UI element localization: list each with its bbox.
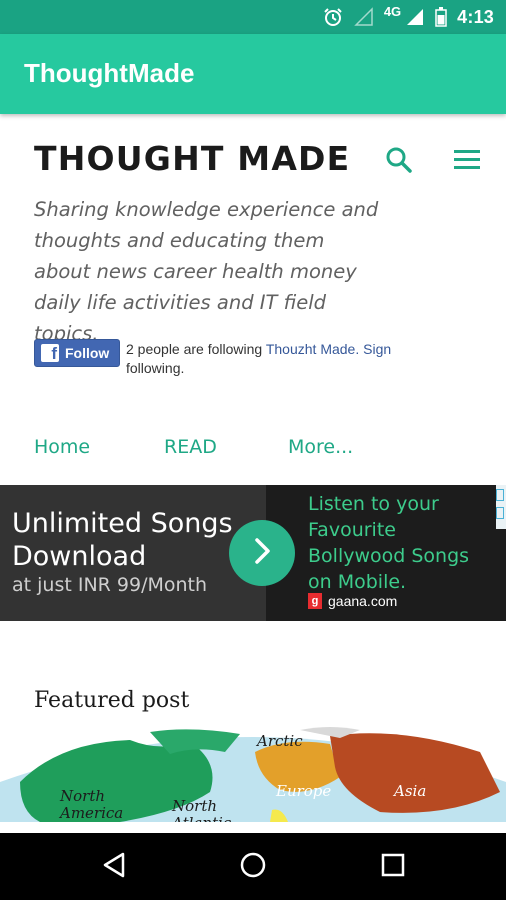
featured-post-image[interactable]: Arctic Europe Asia North America North A… <box>0 722 506 822</box>
page-link[interactable]: Thouzht Made. <box>266 341 359 357</box>
app-title: ThoughtMade <box>24 58 195 88</box>
ad-headline: Unlimited Songs Download <box>12 508 233 572</box>
ad-price: at just INR 99/Month <box>12 574 208 596</box>
ad-source: g gaana.com <box>308 593 397 609</box>
ad-copy: Listen to your Favourite Bollywood Songs… <box>308 493 470 593</box>
ad-choices-close <box>496 507 504 519</box>
status-icons: 4G 4:13 <box>322 0 494 34</box>
map-label-north-atlantic: North Atlantic <box>172 797 231 823</box>
follow-suffix-text: following. <box>126 360 185 376</box>
battery-icon <box>435 7 447 27</box>
back-button[interactable] <box>74 833 154 900</box>
hamburger-menu-icon <box>452 150 482 176</box>
nav-read[interactable]: READ <box>164 436 217 458</box>
sign-link[interactable]: Sign <box>363 341 391 357</box>
follow-status: 2 people are following Thouzht Made. Sig… <box>126 340 446 378</box>
ad-source-label: gaana.com <box>328 593 398 609</box>
search-icon <box>384 147 414 179</box>
gaana-logo-icon: g <box>308 593 322 609</box>
signal-empty-icon <box>354 7 374 27</box>
nav-more[interactable]: More... <box>288 436 353 458</box>
follow-count-text: 2 people are following <box>126 341 266 357</box>
menu-button[interactable] <box>452 148 482 172</box>
signal-full-icon <box>405 7 425 27</box>
ad-arrow-button[interactable] <box>229 520 295 586</box>
clock: 4:13 <box>457 6 494 27</box>
search-button[interactable] <box>384 145 414 175</box>
app-bar: ThoughtMade <box>0 34 506 114</box>
home-button[interactable] <box>213 833 293 900</box>
map-label-arctic: Arctic <box>257 732 303 750</box>
ad-choices-icon[interactable] <box>496 485 506 529</box>
facebook-follow-button[interactable]: f Follow <box>34 339 120 367</box>
featured-post-heading: Featured post <box>34 688 190 713</box>
home-icon <box>239 851 267 883</box>
facebook-icon: f <box>41 344 59 363</box>
system-nav-bar <box>0 833 506 900</box>
recents-button[interactable] <box>353 833 433 900</box>
blog-tagline: Sharing knowledge experience and thought… <box>34 198 379 345</box>
nav-home[interactable]: Home <box>34 436 90 458</box>
recents-icon <box>380 852 406 882</box>
follow-label: Follow <box>65 345 110 361</box>
status-bar: 4G 4:13 <box>0 0 506 34</box>
blog-title[interactable]: THOUGHT MADE <box>34 139 350 178</box>
map-label-north-america: North America <box>60 787 124 822</box>
network-type: 4G <box>383 3 402 19</box>
chevron-right-icon <box>249 536 275 570</box>
map-label-asia: Asia <box>394 782 427 800</box>
ad-choices-info <box>496 489 504 501</box>
ad-banner[interactable]: Unlimited Songs Download at just INR 99/… <box>0 485 506 621</box>
alarm-icon <box>322 6 344 28</box>
back-icon <box>101 851 127 883</box>
map-label-europe: Europe <box>276 782 332 800</box>
